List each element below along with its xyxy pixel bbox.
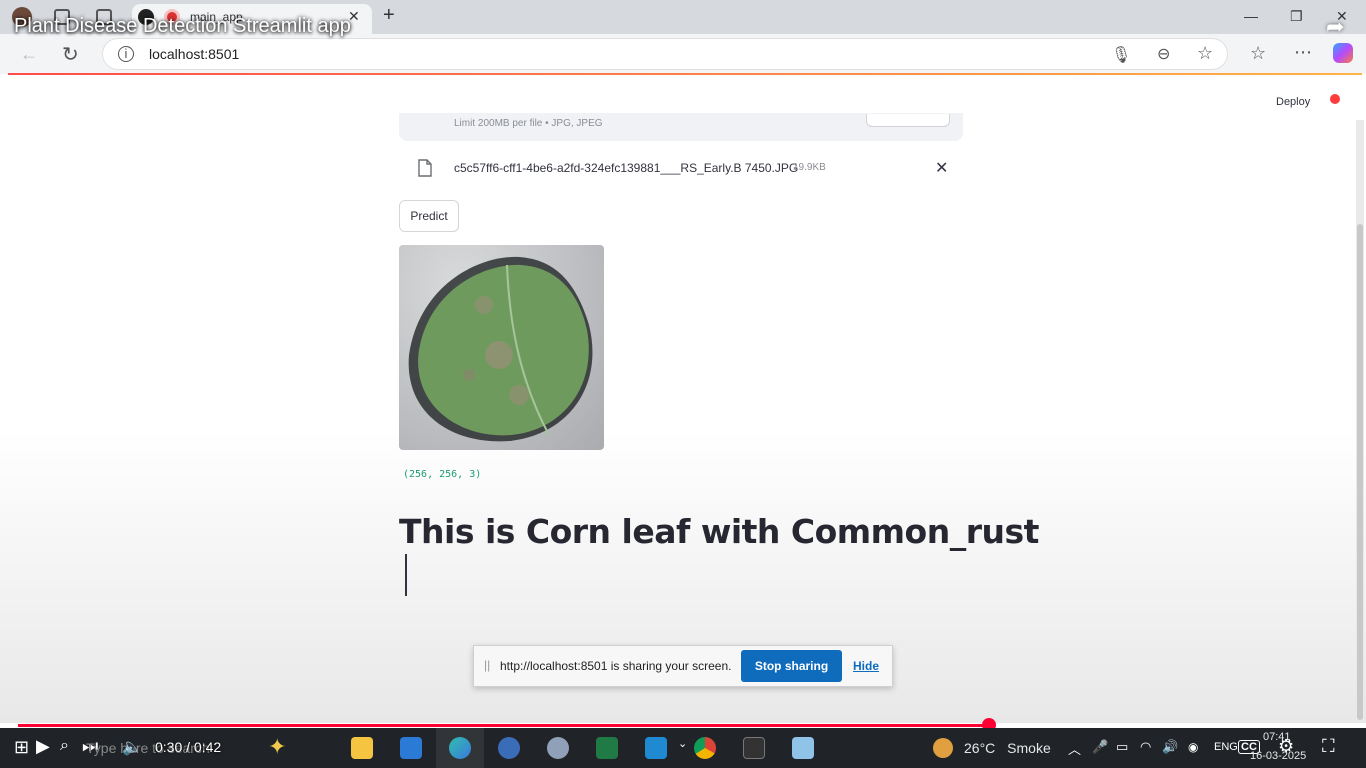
back-arrow-icon[interactable]: ←	[20, 44, 38, 65]
tray-chevron-icon[interactable]: ︿	[1068, 739, 1081, 758]
minimize-icon[interactable]: —	[1244, 8, 1258, 24]
favorites-icon[interactable]: ☆	[1250, 43, 1266, 64]
weather-info: 26°C Smoke	[964, 740, 1051, 756]
vscode-icon[interactable]	[645, 737, 667, 759]
scrollbar-thumb[interactable]	[1357, 224, 1363, 720]
video-time-current: 0:30	[155, 739, 183, 755]
restore-icon[interactable]: ❐	[1290, 8, 1303, 25]
app-icon[interactable]	[547, 737, 569, 759]
remove-file-icon[interactable]: ✕	[935, 158, 948, 178]
upload-limit-text: Limit 200MB per file • JPG, JPEG	[454, 118, 603, 129]
play-icon[interactable]: ▶	[36, 736, 50, 757]
address-bar[interactable]	[102, 38, 1228, 70]
star-icon[interactable]: ☆	[1197, 43, 1213, 64]
video-progress-fill	[18, 724, 989, 727]
new-tab-button[interactable]: +	[383, 4, 395, 27]
volume-icon[interactable]: 🔈	[122, 737, 142, 757]
speaker-icon[interactable]: 🔊	[1162, 739, 1178, 755]
language-indicator[interactable]: ENG	[1214, 741, 1238, 753]
uploaded-file-size: 19.9KB	[793, 162, 826, 173]
terminal-icon[interactable]	[743, 737, 765, 759]
video-title: Plant Disease Detection Streamlit app	[14, 15, 351, 37]
browse-files-button[interactable]	[866, 114, 950, 127]
wifi-icon[interactable]: ◠	[1140, 739, 1151, 755]
hide-banner-link[interactable]: Hide	[853, 659, 879, 673]
video-time-total: 0:42	[193, 739, 222, 755]
notepad-icon[interactable]	[792, 737, 814, 759]
store-icon[interactable]	[400, 737, 422, 759]
uploaded-leaf-image	[399, 245, 604, 450]
copilot-icon[interactable]	[1333, 43, 1353, 63]
excel-icon[interactable]	[596, 737, 618, 759]
mic-tray-icon[interactable]: 🎤	[1092, 739, 1108, 755]
video-time-separator: /	[186, 739, 191, 755]
reload-icon[interactable]: ↻	[62, 42, 79, 67]
chrome-icon[interactable]	[694, 737, 716, 759]
windows-start-icon[interactable]: ⊞	[14, 737, 29, 758]
mic-icon[interactable]: 🎙	[1111, 45, 1131, 65]
uploaded-file-name: c5c57ff6-cff1-4be6-a2fd-324efc139881___R…	[454, 161, 799, 175]
more-icon[interactable]: ⋯	[1294, 42, 1312, 63]
zoom-out-icon[interactable]: ⊖	[1157, 44, 1170, 64]
main-menu-icon[interactable]	[1330, 94, 1340, 104]
prediction-result-heading: This is Corn leaf with Common_rust	[399, 512, 1039, 551]
settings-gear-icon[interactable]: ⚙	[1278, 736, 1294, 757]
file-explorer-icon[interactable]	[351, 737, 373, 759]
predict-button[interactable]: Predict	[399, 200, 459, 232]
weather-condition: Smoke	[1007, 740, 1051, 756]
fullscreen-icon[interactable]: ⛶	[1322, 736, 1335, 757]
leaf-illustration	[408, 256, 593, 442]
copilot-sparkle-icon[interactable]: ✦	[268, 734, 286, 760]
url-text[interactable]: localhost:8501	[149, 46, 239, 62]
text-cursor	[405, 554, 407, 596]
share-icon[interactable]: ➦	[1326, 14, 1344, 40]
weather-icon	[933, 738, 953, 758]
video-time: 0:30 / 0:42	[155, 739, 221, 755]
battery-icon[interactable]: ▭	[1116, 739, 1128, 755]
stop-sharing-button[interactable]: Stop sharing	[741, 650, 842, 682]
info-icon[interactable]: i	[118, 46, 134, 62]
temperature: 26°C	[964, 740, 996, 756]
active-app-indicator	[436, 728, 484, 768]
drag-handle-icon[interactable]: ||	[484, 658, 490, 672]
autoplay-toggle[interactable]: ◉	[1188, 740, 1198, 754]
deploy-button[interactable]: Deploy	[1276, 96, 1310, 108]
search-icon[interactable]: ⌕	[60, 737, 69, 755]
chevron-down-icon[interactable]: ⌄	[678, 737, 687, 750]
screen-share-message: http://localhost:8501 is sharing your sc…	[500, 659, 732, 673]
file-icon	[418, 159, 432, 177]
r-icon[interactable]	[498, 737, 520, 759]
image-shape-text: (256, 256, 3)	[403, 469, 482, 480]
